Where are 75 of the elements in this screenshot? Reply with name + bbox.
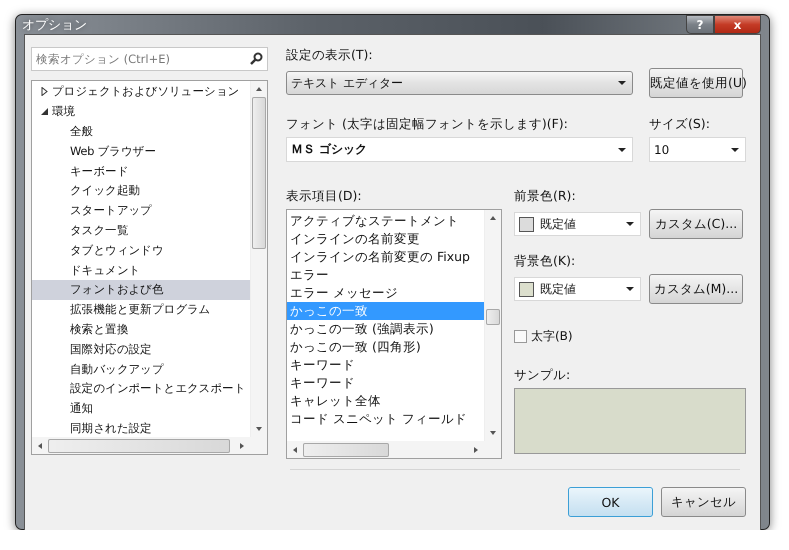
- foreground-color-label: 前景色(R):: [514, 188, 577, 205]
- sample-label: サンプル:: [514, 367, 572, 384]
- search-field[interactable]: 検索オプション (Ctrl+E): [31, 47, 268, 71]
- scroll-right-icon: [239, 442, 245, 448]
- list-item[interactable]: コード スニペット フィールド: [287, 410, 484, 428]
- tree-item[interactable]: 検索と置換: [32, 320, 250, 340]
- list-item[interactable]: キーワード: [287, 374, 484, 392]
- scroll-right-icon: [473, 446, 479, 452]
- settings-label: 設定の表示(T):: [286, 47, 374, 64]
- size-label: サイズ(S):: [649, 116, 711, 133]
- scroll-up-icon: [490, 215, 496, 221]
- scroll-thumb[interactable]: [252, 97, 266, 249]
- tree-item[interactable]: 設定のインポートとエクスポート: [32, 378, 250, 399]
- scroll-thumb[interactable]: [303, 442, 389, 456]
- background-color-label: 背景色(K):: [514, 253, 576, 270]
- tree-item[interactable]: 環境: [32, 102, 250, 122]
- list-item[interactable]: かっこの一致 (四角形): [287, 338, 484, 356]
- tree-item[interactable]: クイック起動: [32, 180, 250, 201]
- scroll-left-icon: [37, 442, 43, 448]
- horizontal-scrollbar[interactable]: [287, 441, 501, 458]
- font-label: フォント (太字は固定幅フォントを示します)(F):: [286, 116, 569, 133]
- caret-icon: [626, 287, 634, 291]
- color-dropdown[interactable]: 既定値: [514, 212, 641, 236]
- size-dropdown[interactable]: 10: [649, 137, 746, 162]
- list-item[interactable]: アクティブなステートメント: [287, 212, 484, 230]
- tree-item[interactable]: Web ブラウザー: [32, 141, 250, 162]
- expanded-arrow-icon: [40, 108, 48, 116]
- vertical-scrollbar[interactable]: [484, 210, 501, 441]
- tree-item[interactable]: 拡張機能と更新プログラム: [32, 300, 250, 320]
- caret-icon: [618, 81, 626, 85]
- ok-button[interactable]: OK: [568, 487, 653, 517]
- tree-item[interactable]: 国際対応の設定: [32, 339, 250, 360]
- color-dropdown[interactable]: 既定値: [514, 277, 641, 301]
- list-item[interactable]: エラー メッセージ: [287, 284, 484, 302]
- caret-icon: [731, 148, 739, 152]
- list-item[interactable]: キーワード: [287, 356, 484, 374]
- tree-item[interactable]: 通知: [32, 398, 250, 419]
- bold-label: 太字(B): [531, 328, 573, 345]
- tree-item[interactable]: 全般: [32, 122, 250, 142]
- settings-dropdown[interactable]: テキスト エディター: [286, 71, 633, 95]
- tree-item[interactable]: タスク一覧: [32, 220, 250, 240]
- scroll-up-icon: [256, 86, 262, 92]
- collapsed-arrow-icon: [40, 87, 48, 96]
- list-item[interactable]: エラー: [287, 266, 484, 284]
- scroll-left-icon: [292, 446, 298, 452]
- tree-item[interactable]: プロジェクトおよびソリューション: [32, 82, 250, 102]
- scroll-thumb[interactable]: [486, 309, 500, 325]
- help-button[interactable]: ?: [686, 15, 714, 34]
- window-title: オプション: [22, 16, 87, 34]
- bold-checkbox[interactable]: [514, 330, 527, 343]
- caret-icon: [626, 222, 634, 226]
- tree-item[interactable]: 自動バックアップ: [32, 359, 250, 379]
- list-item[interactable]: かっこの一致 (強調表示): [287, 320, 484, 338]
- list-item[interactable]: キャレット全体: [287, 392, 484, 410]
- cancel-button[interactable]: キャンセル: [661, 487, 746, 517]
- tree-item[interactable]: ドキュメント: [32, 260, 250, 280]
- scroll-thumb[interactable]: [48, 438, 230, 452]
- custom-color-button[interactable]: カスタム(M)...: [649, 274, 743, 304]
- scroll-down-icon: [256, 426, 262, 432]
- custom-color-button[interactable]: カスタム(C)...: [649, 209, 743, 239]
- horizontal-scrollbar[interactable]: [32, 437, 267, 454]
- display-items-label: 表示項目(D):: [286, 188, 363, 205]
- tree-item[interactable]: スタートアップ: [32, 200, 250, 221]
- tree-item[interactable]: フォントおよび色: [32, 280, 250, 300]
- close-button[interactable]: x: [714, 15, 761, 34]
- list-item[interactable]: インラインの名前変更: [287, 230, 484, 248]
- caret-icon: [618, 148, 626, 152]
- font-dropdown[interactable]: ＭＳ ゴシック: [286, 137, 633, 162]
- list-item[interactable]: インラインの名前変更の Fixup: [287, 248, 484, 266]
- tree-item[interactable]: タブとウィンドウ: [32, 240, 250, 260]
- vertical-scrollbar[interactable]: [250, 81, 267, 437]
- tree-item[interactable]: 同期された設定: [32, 418, 250, 437]
- tree-item[interactable]: キーボード: [32, 161, 250, 181]
- search-icon: [250, 52, 263, 65]
- scroll-down-icon: [490, 430, 496, 436]
